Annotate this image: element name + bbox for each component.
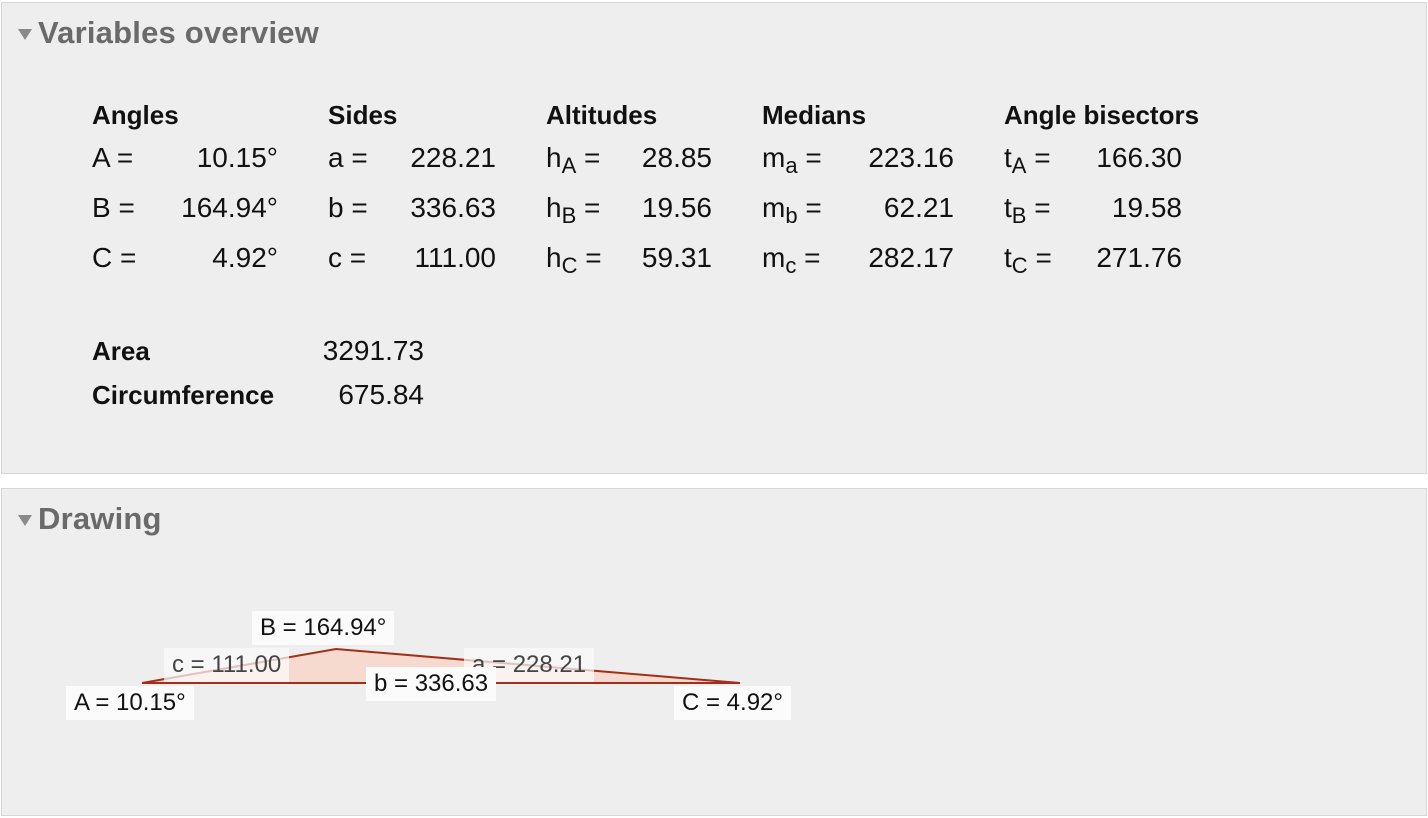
angle-value: 10.15° bbox=[196, 142, 278, 173]
side-row-b: b = 336.63 bbox=[328, 183, 528, 233]
area-row: Area 3291.73 bbox=[92, 329, 432, 373]
median-value: 223.16 bbox=[868, 142, 954, 173]
bisector-row-c: tC = 271.76 bbox=[1004, 233, 1224, 283]
circumference-value: 675.84 bbox=[338, 379, 424, 410]
vertex-b-label: B = 164.94° bbox=[252, 611, 395, 645]
side-c-label: c = 111.00 bbox=[164, 648, 290, 682]
altitudes-header: Altitudes bbox=[546, 100, 658, 130]
altitudes-column: Altitudes hA = 28.85 hB = 19.56 hC = 59.… bbox=[546, 97, 746, 283]
bisector-value: 271.76 bbox=[1096, 242, 1182, 273]
side-value: 228.21 bbox=[410, 142, 496, 173]
side-b-label: b = 336.63 bbox=[366, 667, 497, 701]
circumference-row: Circumference 675.84 bbox=[92, 373, 432, 417]
side-value: 336.63 bbox=[410, 192, 496, 223]
drawing-panel: Drawing c = 111.00 a = 228.21 B = 164.94… bbox=[1, 488, 1427, 816]
median-value: 62.21 bbox=[883, 192, 954, 223]
angle-value: 4.92° bbox=[212, 242, 278, 273]
median-row-c: mc = 282.17 bbox=[762, 233, 982, 283]
side-row-a: a = 228.21 bbox=[328, 133, 528, 183]
angle-row-c: C = 4.92° bbox=[92, 233, 292, 283]
bisector-value: 19.58 bbox=[1111, 192, 1182, 223]
altitude-row-a: hA = 28.85 bbox=[546, 133, 746, 183]
altitude-row-b: hB = 19.56 bbox=[546, 183, 746, 233]
side-value: 111.00 bbox=[414, 242, 496, 273]
angles-header: Angles bbox=[92, 100, 179, 130]
variables-overview-panel: Variables overview Angles A = 10.15° B =… bbox=[1, 2, 1427, 474]
variables-overview-title: Variables overview bbox=[38, 15, 320, 50]
disclosure-triangle-icon[interactable] bbox=[18, 29, 32, 40]
angle-row-b: B = 164.94° bbox=[92, 183, 292, 233]
bisector-row-a: tA = 166.30 bbox=[1004, 133, 1224, 183]
median-row-b: mb = 62.21 bbox=[762, 183, 982, 233]
medians-header: Medians bbox=[762, 100, 867, 130]
angle-value: 164.94° bbox=[181, 192, 278, 223]
bisector-row-b: tB = 19.58 bbox=[1004, 183, 1224, 233]
angle-bisectors-column: Angle bisectors tA = 166.30 tB = 19.58 t… bbox=[1004, 97, 1224, 283]
bisector-value: 166.30 bbox=[1096, 142, 1182, 173]
angle-row-a: A = 10.15° bbox=[92, 133, 292, 183]
altitude-value: 19.56 bbox=[641, 192, 712, 223]
sides-column: Sides a = 228.21 b = 336.63 c = 111.00 bbox=[328, 97, 528, 283]
side-row-c: c = 111.00 bbox=[328, 233, 528, 283]
vertex-c-label: C = 4.92° bbox=[674, 686, 791, 720]
median-value: 282.17 bbox=[868, 242, 954, 273]
sides-header: Sides bbox=[328, 100, 398, 130]
medians-column: Medians ma = 223.16 mb = 62.21 mc = 282.… bbox=[762, 97, 982, 283]
angle-bisectors-header: Angle bisectors bbox=[1004, 100, 1200, 130]
altitude-value: 59.31 bbox=[641, 242, 712, 273]
altitude-row-c: hC = 59.31 bbox=[546, 233, 746, 283]
vertex-a-label: A = 10.15° bbox=[66, 686, 194, 720]
median-row-a: ma = 223.16 bbox=[762, 133, 982, 183]
altitude-value: 28.85 bbox=[641, 142, 712, 173]
area-value: 3291.73 bbox=[322, 335, 424, 366]
angles-column: Angles A = 10.15° B = 164.94° C = 4.92° bbox=[92, 97, 292, 283]
variables-overview-header[interactable]: Variables overview bbox=[18, 15, 319, 51]
